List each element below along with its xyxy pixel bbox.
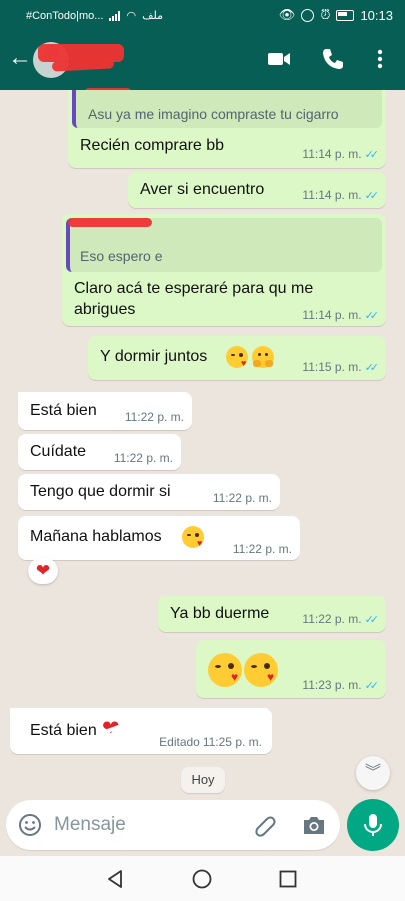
chevron-down-icon[interactable]: ︾ [356, 756, 390, 790]
message-bubble[interactable]: Y dormir juntos ♥ 11:15 p. m. ✓✓ [88, 336, 386, 380]
message-bubble[interactable]: Aver si encuentro 11:14 p. m. ✓✓ [128, 172, 386, 208]
read-ticks-icon: ✓✓ [364, 189, 380, 202]
message-time: 11:22 p. m. [212, 491, 272, 505]
message-bubble[interactable]: Tengo que dormir si 11:22 p. m. [18, 474, 280, 510]
kissing-heart-emoji: ♥ [226, 346, 248, 368]
edited-label: Editado [159, 735, 200, 749]
message-bubble[interactable]: Asu ya me imagino compraste tu cigarro R… [68, 90, 386, 168]
message-time: 11:14 p. m. [302, 147, 362, 161]
message-bubble[interactable]: Ya bb duerme 11:22 p. m. ✓✓ [158, 596, 386, 632]
more-vert-icon[interactable] [367, 46, 393, 72]
message-time: 11:15 p. m. [302, 360, 362, 374]
message-meta: Editado 11:25 p. m. [159, 735, 262, 749]
message-text-line: Claro acá te esperaré para qu me [74, 280, 314, 297]
message-text: Tengo que dormir si [30, 483, 171, 500]
message-input[interactable]: Mensaje [6, 800, 340, 850]
message-text-line: abrigues [74, 301, 136, 318]
date-chip: Hoy [181, 767, 225, 793]
signal-icon [109, 10, 121, 21]
read-ticks-icon: ✓✓ [364, 361, 380, 374]
message-bubble[interactable]: Cuídate 11:22 p. m. [18, 434, 181, 470]
message-placeholder: Mensaje [54, 814, 126, 835]
message-text: Aver si encuentro [140, 181, 265, 198]
message-text: Recién comprare bb [80, 137, 225, 154]
message-meta: 11:22 p. m. ✓✓ [302, 612, 380, 626]
quoted-author-redaction [68, 218, 152, 227]
eye-icon: 👁︎ [278, 7, 296, 22]
quoted-message[interactable]: Asu ya me imagino compraste tu cigarro [72, 90, 382, 128]
message-meta: 11:14 p. m. ✓✓ [302, 147, 380, 161]
composer: Mensaje [0, 798, 405, 855]
quoted-text: Asu ya me imagino compraste tu cigarro [88, 106, 339, 122]
network-glyph: ملف [142, 10, 163, 22]
contact-name-redaction [51, 58, 115, 72]
message-text: Y dormir juntos [100, 348, 208, 365]
message-time: 11:14 p. m. [302, 308, 362, 322]
message-time: 11:22 p. m. [113, 451, 173, 465]
message-bubble[interactable]: Eso espero e Claro acá te esperaré para … [62, 214, 386, 326]
message-meta: 11:15 p. m. ✓✓ [302, 360, 380, 374]
message-text: Mañana hablamos [30, 528, 162, 545]
message-time: 11:22 p. m. [232, 542, 292, 556]
message-text: Está bien [30, 722, 97, 739]
quoted-message[interactable]: Eso espero e [66, 218, 382, 272]
message-meta: 11:14 p. m. ✓✓ [302, 308, 380, 322]
video-call-icon[interactable] [266, 46, 292, 72]
kissing-heart-emoji: ♥ [244, 653, 278, 687]
quoted-text: Eso espero e [80, 248, 163, 264]
chat-header: ← [0, 30, 405, 98]
message-text: Está bien [30, 402, 97, 419]
message-text: Cuídate [30, 443, 87, 460]
message-bubble[interactable]: Está bien 11:22 p. m. [18, 392, 192, 430]
attach-icon[interactable] [252, 812, 278, 838]
read-ticks-icon: ✓✓ [364, 148, 380, 161]
message-time: 11:23 p. m. [302, 678, 362, 692]
clock-time: 10:13 [360, 7, 393, 23]
heart-bandage-emoji: ❤ [102, 718, 121, 740]
nav-recents-icon[interactable] [277, 868, 299, 890]
wifi-icon: ◠ [126, 10, 137, 22]
read-ticks-icon: ✓✓ [364, 309, 380, 322]
phone-icon[interactable] [320, 46, 346, 72]
message-time: 11:14 p. m. [302, 188, 362, 202]
hugging-emoji [252, 346, 274, 368]
message-time: 11:25 p. m. [202, 735, 262, 749]
emoji-icon[interactable] [18, 813, 42, 837]
camera-icon[interactable] [301, 813, 327, 837]
back-arrow-icon[interactable]: ← [8, 46, 32, 70]
reaction-heart[interactable]: ❤ [28, 558, 58, 584]
message-bubble[interactable]: ♥ ♥ 11:23 p. m. ✓✓ [196, 640, 386, 698]
message-text: Ya bb duerme [170, 605, 270, 622]
message-meta: 11:22 p. m. [114, 451, 173, 465]
kissing-heart-emoji: ♥ [182, 526, 204, 548]
message-list[interactable]: Asu ya me imagino compraste tu cigarro R… [0, 90, 405, 798]
status-bar: #ConTodo|mo... ◠ ملف 👁︎ ⏰︎ 10:13 [0, 0, 405, 30]
mic-button[interactable] [347, 799, 399, 851]
message-bubble[interactable]: Mañana hablamos ♥ 11:22 p. m. [18, 516, 300, 560]
message-meta: 11:14 p. m. ✓✓ [302, 188, 380, 202]
read-ticks-icon: ✓✓ [364, 679, 380, 692]
message-meta: 11:22 p. m. [125, 410, 184, 424]
message-meta: 11:23 p. m. ✓✓ [302, 678, 380, 692]
system-nav-bar [0, 855, 405, 901]
carrier-label: #ConTodo|mo... [26, 9, 104, 22]
silent-icon [301, 8, 315, 22]
message-bubble[interactable]: Está bien ❤ Editado 11:25 p. m. [10, 708, 272, 754]
mic-icon [364, 814, 382, 836]
nav-home-icon[interactable] [191, 868, 213, 890]
battery-icon [336, 9, 355, 21]
message-time: 11:22 p. m. [124, 410, 184, 424]
alarm-icon: ⏰︎ [320, 7, 331, 22]
message-meta: 11:22 p. m. [233, 542, 292, 556]
read-ticks-icon: ✓✓ [364, 613, 380, 626]
nav-back-icon[interactable] [104, 868, 126, 890]
message-time: 11:22 p. m. [302, 612, 362, 626]
message-meta: 11:22 p. m. [213, 491, 272, 505]
kissing-heart-emoji: ♥ [208, 653, 242, 687]
